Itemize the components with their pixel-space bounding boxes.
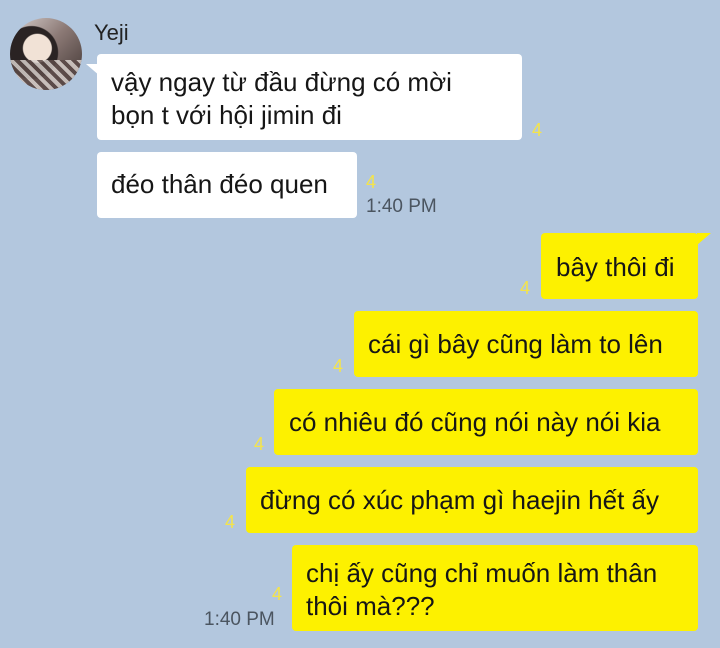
read-count: 4	[225, 512, 236, 532]
message-line: bọn t với hội jimin đi	[111, 100, 342, 130]
sender-name: Yeji	[94, 20, 129, 45]
outgoing-message-1[interactable]: bây thôi đi	[541, 233, 698, 299]
message-text: bây thôi đi	[556, 252, 675, 282]
message-text: đéo thân đéo quen	[111, 169, 328, 199]
message-text: đừng có xúc phạm gì haejin hết ấy	[260, 485, 659, 515]
read-count: 4	[520, 278, 531, 298]
outgoing-message-4[interactable]: đừng có xúc phạm gì haejin hết ấy	[246, 467, 698, 533]
avatar-pattern	[10, 60, 82, 90]
incoming-message-1[interactable]: vậy ngay từ đầu đừng có mời bọn t với hộ…	[97, 54, 522, 140]
outgoing-message-5[interactable]: chị ấy cũng chỉ muốn làm thân thôi mà???	[292, 545, 698, 631]
message-text: có nhiêu đó cũng nói này nói kia	[289, 407, 661, 437]
message-line: thôi mà???	[306, 591, 435, 621]
read-count: 4	[532, 120, 543, 140]
read-count: 4	[272, 584, 283, 604]
outgoing-message-2[interactable]: cái gì bây cũng làm to lên	[354, 311, 698, 377]
timestamp: 1:40 PM	[366, 196, 437, 217]
timestamp: 1:40 PM	[204, 609, 275, 630]
outgoing-bubble-tail	[697, 233, 711, 245]
contact-avatar[interactable]	[10, 18, 82, 90]
message-line: vậy ngay từ đầu đừng có mời	[111, 67, 452, 97]
read-count: 4	[254, 434, 265, 454]
outgoing-message-3[interactable]: có nhiêu đó cũng nói này nói kia	[274, 389, 698, 455]
read-count: 4	[366, 172, 377, 192]
read-count: 4	[333, 356, 344, 376]
incoming-message-2[interactable]: đéo thân đéo quen	[97, 152, 357, 218]
message-text: cái gì bây cũng làm to lên	[368, 329, 663, 359]
message-line: chị ấy cũng chỉ muốn làm thân	[306, 558, 658, 588]
